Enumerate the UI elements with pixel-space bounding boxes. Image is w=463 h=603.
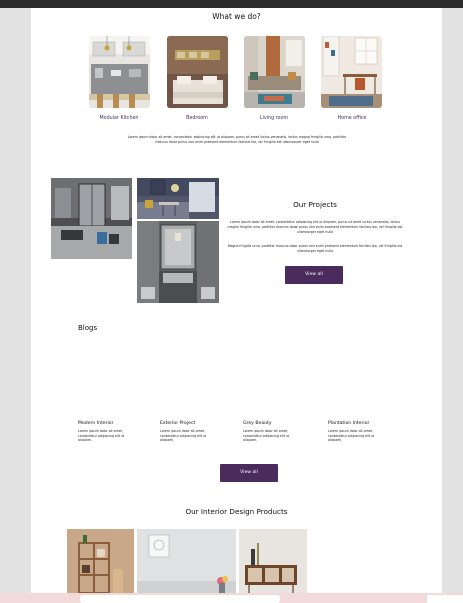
services-heading: What we do? <box>212 12 261 21</box>
blog-title[interactable]: Modern Interior <box>78 421 148 426</box>
project-image-bathroom[interactable] <box>137 221 219 303</box>
blog-excerpt: Lorem ipsum dolor sit amet, consectetur … <box>328 429 375 443</box>
blog-excerpt: Lorem ipsum dolor sit amet, consectetur … <box>243 429 290 443</box>
modular-kitchen-image[interactable] <box>89 36 150 108</box>
blog-title[interactable]: Grey Beauty <box>243 421 313 426</box>
blog-excerpt: Lorem ipsum dolor sit amet, consectetur … <box>78 429 125 443</box>
bedroom-image[interactable] <box>167 36 228 108</box>
blog-card[interactable]: Plantation Interior Lorem ipsum dolor si… <box>328 421 404 443</box>
projects-heading: Our Projects <box>293 200 337 209</box>
blog-title[interactable]: Plantation Interior <box>328 421 404 426</box>
modular-kitchen-label[interactable]: Modular Kitchen <box>79 116 159 121</box>
living-room-image[interactable] <box>244 36 305 108</box>
home-office-label[interactable]: Home office <box>312 116 392 121</box>
projects-view-all-button[interactable]: View all <box>285 266 343 284</box>
browser-top-bar <box>0 0 463 8</box>
blogs-view-all-button[interactable]: View all <box>220 464 278 482</box>
bedroom-label[interactable]: Bedroom <box>157 116 237 121</box>
product-image-sideboard[interactable] <box>239 529 307 593</box>
blogs-heading: Blogs <box>78 324 98 332</box>
bottom-bar-corner <box>427 595 463 603</box>
projects-paragraph-1: Lorem ipsum dolor sit amet, consectetur … <box>227 220 403 234</box>
project-image-interior-glass[interactable] <box>51 178 132 259</box>
services-description: Lorem ipsum dolor sit amet, consectetur … <box>127 135 347 144</box>
home-office-image[interactable] <box>321 36 382 108</box>
blog-card[interactable]: Exterior Project Lorem ipsum dolor sit a… <box>160 421 230 443</box>
page-content: What we do? Modular Kitchen Bedroom Livi… <box>31 8 442 593</box>
blog-title[interactable]: Exterior Project <box>160 421 230 426</box>
product-image-shelf[interactable] <box>67 529 134 593</box>
project-image-dining[interactable] <box>137 178 219 219</box>
products-heading: Our Interior Design Products <box>185 507 288 516</box>
product-image-wall-art[interactable] <box>137 529 236 593</box>
blog-card[interactable]: Grey Beauty Lorem ipsum dolor sit amet, … <box>243 421 313 443</box>
blog-card[interactable]: Modern Interior Lorem ipsum dolor sit am… <box>78 421 148 443</box>
projects-paragraph-2: Magna fringilla urna, porttitor rhoncus … <box>227 244 403 253</box>
bottom-bar-panel <box>80 595 280 603</box>
living-room-label[interactable]: Living room <box>234 116 314 121</box>
blog-excerpt: Lorem ipsum dolor sit amet, consectetur … <box>160 429 207 443</box>
browser-bottom-bar <box>0 593 463 603</box>
